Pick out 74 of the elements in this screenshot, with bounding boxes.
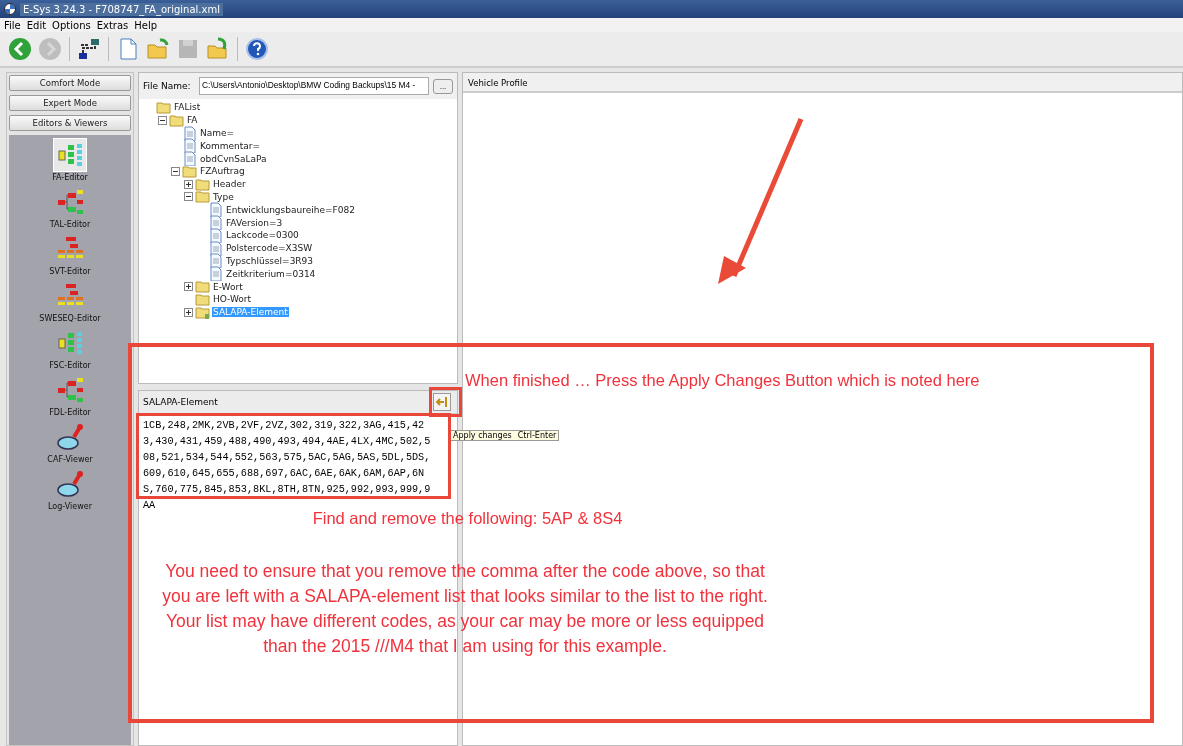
tree-item[interactable]: obdCvnSaLaPa <box>199 153 268 164</box>
tree-item[interactable]: FAList <box>173 102 202 113</box>
folder-icon <box>169 112 184 128</box>
menu-item[interactable]: File <box>4 19 21 31</box>
help-button[interactable] <box>243 35 271 63</box>
tree-item[interactable]: E-Wort <box>212 281 244 292</box>
tree-item[interactable]: FAVersion=3 <box>225 217 284 228</box>
collapse-icon[interactable] <box>184 192 193 202</box>
menu-item[interactable]: Options <box>52 19 91 31</box>
expand-icon[interactable] <box>184 282 193 292</box>
tree-diagram-icon <box>56 376 84 404</box>
field-label: File Name: <box>143 81 192 91</box>
folder-icon <box>195 291 210 307</box>
tree-item[interactable]: FZAuftrag <box>199 166 246 177</box>
editor-tool-button[interactable]: SVT-Editor <box>49 232 91 276</box>
tree-item[interactable]: Entwicklungsbaureihe=F082 <box>225 204 356 215</box>
tree-diagram-icon <box>56 141 84 169</box>
browse-button[interactable]: ... <box>433 78 453 94</box>
tree-item[interactable]: Lackcode=0300 <box>225 230 300 241</box>
file-name-field[interactable]: C:\Users\Antonio\Desktop\BMW Coding Backups\15 M4 - <box>199 77 429 95</box>
annotation-text: When finished … Press the Apply Changes Button which is noted here <box>465 371 980 390</box>
expand-icon[interactable] <box>184 179 193 189</box>
tree-item[interactable]: Type <box>212 191 235 202</box>
mode-button[interactable]: Editors & Viewers <box>9 115 131 131</box>
folder-icon <box>156 99 171 115</box>
pane-title: SALAPA-Element <box>143 397 218 407</box>
help-icon <box>245 37 269 61</box>
editor-tool-button[interactable]: TAL-Editor <box>49 185 91 229</box>
folder-icon <box>195 189 210 205</box>
editor-tool-button[interactable]: CAF-Viewer <box>47 420 93 464</box>
folder-icon <box>195 304 210 320</box>
network-icon <box>77 37 101 61</box>
mode-button[interactable]: Expert Mode <box>9 95 131 111</box>
folder-icon <box>182 163 197 179</box>
annotation-text: You need to ensure that you remove the comma after the code above, so that you are left with a SALAPA-element list that looks similar to the list to the right. Your list may have different codes, as your car may be more or less equipped than the 2015 ///M4 that I am using for this example. <box>161 560 769 658</box>
tree-item[interactable]: Kommentar= <box>199 140 262 151</box>
app-icon <box>4 3 16 15</box>
arrow-into-icon <box>435 395 449 409</box>
magnifier-icon <box>56 423 84 451</box>
tree-item[interactable]: Name= <box>199 128 236 138</box>
expand-icon[interactable] <box>184 307 193 317</box>
folder-arrow-icon <box>206 37 230 61</box>
editor-tool-button[interactable]: FDL-Editor <box>49 373 91 417</box>
editor-tool-button[interactable]: Log-Viewer <box>48 467 92 511</box>
open-folder-icon <box>146 37 170 61</box>
mode-button[interactable]: Comfort Mode <box>9 75 131 91</box>
tree-item[interactable]: Polstercode=X3SW <box>225 243 314 254</box>
menu-item[interactable]: Edit <box>26 19 47 31</box>
collapse-icon[interactable] <box>171 166 180 176</box>
tree-item[interactable]: Zeitkriterium=0314 <box>225 268 317 279</box>
window-title: E-Sys 3.24.3 - F708747_FA_original.xml <box>20 2 223 16</box>
folder-icon <box>195 176 210 192</box>
annotation-text: Find and remove the following: 5AP & 8S4 <box>311 509 624 528</box>
document-icon <box>208 227 223 243</box>
menu-item[interactable]: Extras <box>96 19 129 31</box>
editor-tool-button[interactable]: FSC-Editor <box>49 326 91 370</box>
magnifier-icon <box>56 470 84 498</box>
editor-tool-button[interactable]: SWESEQ-Editor <box>39 279 101 323</box>
tree-item[interactable]: HO-Wort <box>212 294 253 305</box>
pane-title: Vehicle Profile <box>468 78 528 88</box>
tree-item[interactable]: Typschlüssel=3R93 <box>225 255 315 266</box>
apply-changes-button[interactable] <box>433 393 451 411</box>
collapse-icon[interactable] <box>158 115 167 125</box>
tree-item[interactable]: FA <box>186 115 199 126</box>
shortcut-text: Ctrl-Enter <box>517 431 557 440</box>
tree-item[interactable]: Header <box>212 179 247 190</box>
tooltip-text: Apply changes <box>453 431 512 440</box>
menu-item[interactable]: Help <box>134 19 158 31</box>
document-icon <box>182 151 197 167</box>
back-arrow-button[interactable] <box>6 35 34 63</box>
document-icon <box>208 266 223 282</box>
tree-diagram-icon <box>56 188 84 216</box>
folder-icon <box>195 279 210 295</box>
tree-diagram-icon <box>56 329 84 357</box>
